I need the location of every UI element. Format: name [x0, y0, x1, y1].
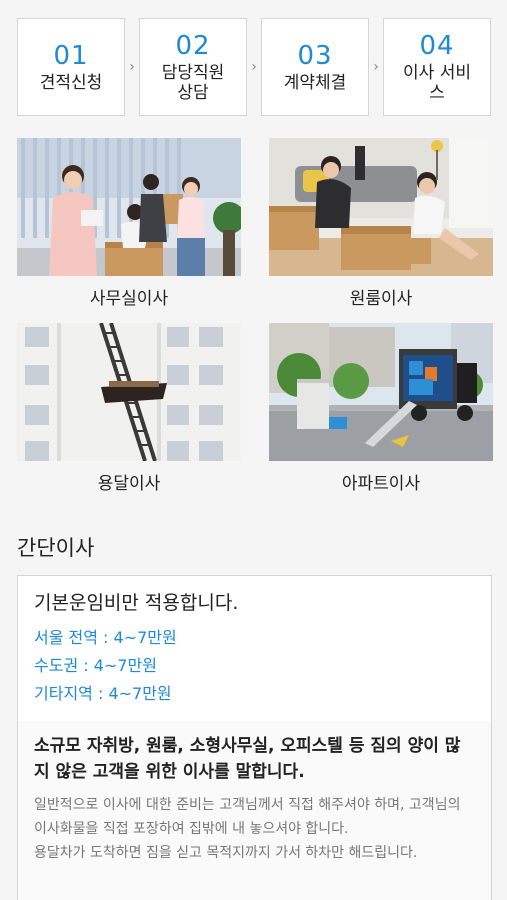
service-apartment-move[interactable]: 아파트이사 [269, 323, 493, 508]
description-block: 소규모 자취방, 원룸, 소형사무실, 오피스텔 등 짐의 양이 많지 않은 고… [18, 721, 491, 900]
office-move-photo[interactable] [17, 138, 241, 276]
step-number: 03 [297, 41, 333, 71]
service-office-move[interactable]: 사무실이사 [17, 138, 241, 323]
service-label: 사무실이사 [89, 289, 169, 309]
step-moving-service[interactable]: 04 이사 서비 스 [383, 18, 491, 116]
step-contract[interactable]: 03 계약체결 [261, 18, 369, 116]
card-body: 일반적으로 이사에 대한 준비는 고객님께서 직접 해주셔야 하며, 고객님의 … [34, 793, 475, 865]
studio-move-photo[interactable] [269, 138, 493, 276]
step-label: 견적신청 [39, 73, 103, 93]
price-capital-area: 수도권 : 4~7만원 [34, 656, 157, 675]
price-other-regions: 기타지역 : 4~7만원 [34, 684, 172, 703]
step-label: 계약체결 [283, 73, 347, 93]
chevron-right-icon: › [129, 59, 135, 75]
step-quote-request[interactable]: 01 견적신청 [17, 18, 125, 116]
card-headline: 기본운임비만 적용합니다. [34, 592, 239, 614]
service-studio-move[interactable]: 원룸이사 [269, 138, 493, 323]
card-subheadline: 소규모 자취방, 원룸, 소형사무실, 오피스텔 등 짐의 양이 많지 않은 고… [34, 736, 461, 782]
card-body-paragraph: 용달차가 도착하면 짐을 싣고 목적지까지 가서 하차만 해드립니다. [34, 845, 418, 861]
step-number: 01 [53, 41, 89, 71]
card-body-paragraph: 일반적으로 이사에 대한 준비는 고객님께서 직접 해주셔야 하며, 고객님의 … [34, 797, 461, 837]
step-label: 담당직원 상담 [161, 63, 225, 103]
step-number: 02 [175, 31, 211, 61]
process-steps: 01 견적신청 › 02 담당직원 상담 › 03 계약체결 › 04 이사 서… [17, 17, 493, 117]
price-seoul: 서울 전역 : 4~7만원 [34, 628, 177, 647]
chevron-right-icon: › [373, 59, 379, 75]
simple-move-card: 기본운임비만 적용합니다. 서울 전역 : 4~7만원 수도권 : 4~7만원 … [17, 575, 492, 900]
step-label: 이사 서비 스 [403, 63, 471, 103]
pricing-block: 기본운임비만 적용합니다. 서울 전역 : 4~7만원 수도권 : 4~7만원 … [18, 576, 491, 708]
service-grid: 사무실이사 원룸이사 용달이사 아파트이사 [17, 138, 493, 508]
service-label: 원룸이사 [349, 289, 413, 309]
chevron-right-icon: › [251, 59, 257, 75]
truck-move-photo[interactable] [17, 323, 241, 461]
apartment-move-photo[interactable] [269, 323, 493, 461]
service-truck-move[interactable]: 용달이사 [17, 323, 241, 508]
step-consultation[interactable]: 02 담당직원 상담 [139, 18, 247, 116]
service-label: 아파트이사 [341, 474, 421, 494]
service-label: 용달이사 [97, 474, 161, 494]
step-number: 04 [419, 31, 455, 61]
section-title: 간단이사 [17, 536, 95, 560]
